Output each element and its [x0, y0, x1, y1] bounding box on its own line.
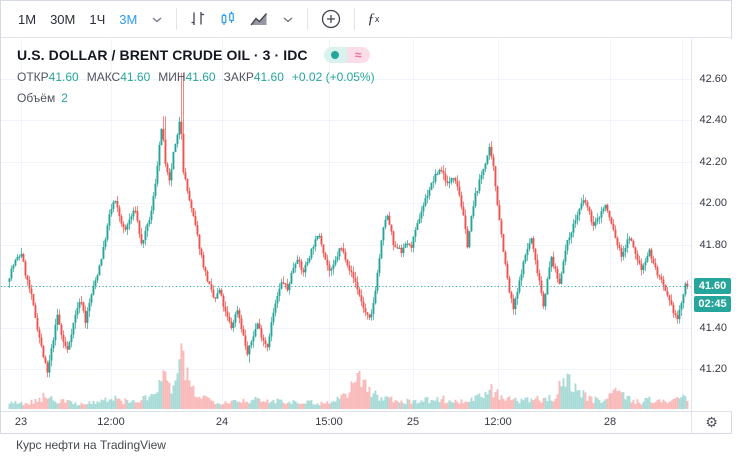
- price-axis-tick: 42.00: [699, 197, 727, 209]
- fx-f-glyph: ƒ: [367, 11, 375, 28]
- chart-type-chevron-icon[interactable]: [277, 13, 299, 27]
- chart-plot-area[interactable]: U.S. DOLLAR / BRENT CRUDE OIL · 3 · IDC …: [1, 39, 691, 411]
- time-axis-label: 23: [15, 416, 27, 428]
- market-status-badges: ≈: [324, 47, 370, 63]
- ohlc-row: ОТКР41.60 МАКС41.60 МИН41.60 ЗАКР41.60 +…: [17, 70, 375, 84]
- time-axis-label: 25: [407, 416, 419, 428]
- intervals-expand-chevron-icon[interactable]: [146, 13, 168, 27]
- price-axis-tick: 41.80: [699, 239, 727, 251]
- low-label: МИН: [158, 70, 185, 84]
- price-axis-tick: 41.20: [699, 363, 727, 375]
- candlestick-chart-type-icon-active[interactable]: [213, 6, 243, 32]
- volume-label: Объём: [17, 91, 55, 105]
- page: 1M 30M 1Ч 3M: [0, 0, 740, 461]
- price-axis-tick: 41.40: [699, 322, 727, 334]
- bar-chart-type-icon[interactable]: [183, 6, 213, 32]
- price-axis[interactable]: 41.60 02:45 42.60 42.40 42.20 42.00 41.80 41.…: [691, 39, 732, 411]
- time-axis-label: 24: [216, 416, 228, 428]
- close-label: ЗАКР: [224, 70, 254, 84]
- indicators-fx-icon[interactable]: ƒx: [361, 7, 385, 32]
- time-axis-label: 12:00: [97, 416, 125, 428]
- price-axis-tick: 42.60: [699, 73, 727, 85]
- interval-button-3m-active[interactable]: 3M: [112, 8, 144, 31]
- interval-button-1m[interactable]: 1M: [11, 8, 43, 31]
- compare-plus-icon[interactable]: [314, 4, 348, 34]
- delayed-data-icon: ≈: [347, 47, 370, 63]
- price-axis-tick: 42.20: [699, 156, 727, 168]
- volume-row: Объём 2: [17, 91, 375, 105]
- time-axis-label: 12:00: [484, 416, 512, 428]
- open-label: ОТКР: [17, 70, 49, 84]
- area-chart-type-icon[interactable]: [243, 7, 275, 31]
- time-axis-label: 28: [604, 416, 616, 428]
- interval-button-1h[interactable]: 1Ч: [82, 8, 112, 31]
- attribution-footer: Курс нефти на TradingView: [16, 438, 166, 452]
- high-value: 41.60: [120, 70, 150, 84]
- toolbar: 1M 30M 1Ч 3M: [1, 1, 731, 38]
- last-price-badge: 41.60: [694, 278, 731, 294]
- toolbar-separator: [307, 8, 308, 30]
- low-value: 41.60: [186, 70, 216, 84]
- chart-legend: U.S. DOLLAR / BRENT CRUDE OIL · 3 · IDC …: [17, 47, 375, 105]
- fx-x-glyph: x: [375, 14, 380, 24]
- settings-gear-icon: ⚙: [705, 416, 718, 430]
- price-axis-tick: 42.40: [699, 114, 727, 126]
- bar-countdown-badge: 02:45: [694, 296, 731, 312]
- price-change: +0.02 (+0.05%): [292, 70, 375, 84]
- time-axis-label: 15:00: [315, 416, 343, 428]
- market-open-dot-icon: [324, 47, 347, 63]
- interval-button-30m[interactable]: 30M: [43, 8, 82, 31]
- symbol-title[interactable]: U.S. DOLLAR / BRENT CRUDE OIL · 3 · IDC: [17, 47, 308, 63]
- tradingview-widget: 1M 30M 1Ч 3M: [0, 0, 732, 434]
- toolbar-separator: [354, 8, 355, 30]
- toolbar-separator: [176, 8, 177, 30]
- tradingview-attribution-link[interactable]: Курс нефти на TradingView: [16, 438, 166, 452]
- open-value: 41.60: [49, 70, 79, 84]
- time-axis[interactable]: ⚙ 23 12:00 24 15:00 25 12:00 28: [1, 411, 731, 433]
- high-label: МАКС: [87, 70, 121, 84]
- volume-value: 2: [61, 91, 68, 105]
- axis-settings-button[interactable]: ⚙: [691, 412, 731, 434]
- close-value: 41.60: [254, 70, 284, 84]
